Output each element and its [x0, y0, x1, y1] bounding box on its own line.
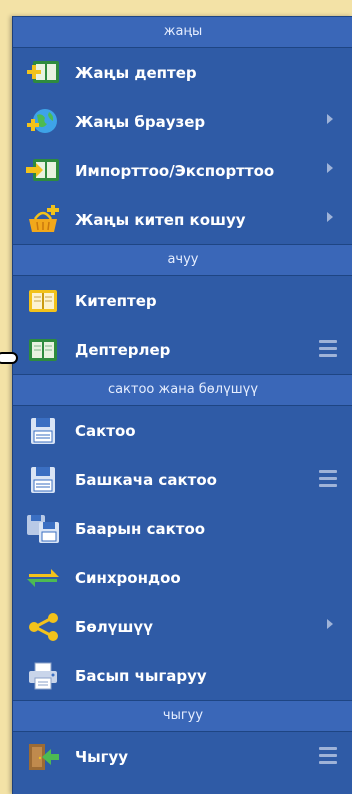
- menu-item-books[interactable]: Китептер: [13, 276, 352, 325]
- submenu-arrow-icon: [327, 619, 333, 629]
- menu-item-label: Жаңы китеп кошуу: [75, 210, 246, 229]
- section-header-open: ачуу: [13, 244, 352, 276]
- save-icon: [31, 417, 55, 444]
- exit-door-icon: [29, 743, 59, 770]
- menu-item-label: Баарын сактоо: [75, 519, 206, 538]
- menu-item-label: Басып чыгаруу: [75, 666, 207, 685]
- notebooks-icon: [29, 338, 57, 361]
- menu-item-save-as[interactable]: Башкача сактоо: [13, 455, 352, 504]
- books-icon: [29, 289, 57, 312]
- menu-item-new-notebook[interactable]: Жаңы дептер: [13, 48, 352, 97]
- hamburger-menu-icon[interactable]: [319, 747, 337, 764]
- menu-item-exit[interactable]: Чыгуу: [13, 732, 352, 781]
- import-export-icon: [26, 158, 59, 181]
- menu-item-label: Жаңы дептер: [75, 63, 197, 82]
- menu-item-save-all[interactable]: Баарын сактоо: [13, 504, 352, 553]
- menu-item-label: Жаңы браузер: [75, 112, 206, 131]
- menu-item-add-book[interactable]: Жаңы китеп кошуу: [13, 195, 352, 244]
- menu-item-label: Дептерлер: [75, 340, 171, 359]
- menu-item-label: Импорттоо/Экспорттоо: [75, 161, 275, 180]
- menu-item-label: Чыгуу: [75, 747, 129, 766]
- submenu-arrow-icon: [327, 163, 333, 173]
- hamburger-menu-icon[interactable]: [319, 340, 337, 357]
- menu-item-notebooks[interactable]: Дептерлер: [13, 325, 352, 374]
- submenu-arrow-icon: [327, 212, 333, 222]
- add-book-basket-icon: [29, 204, 59, 232]
- print-icon: [29, 662, 57, 689]
- save-as-icon: [31, 466, 55, 493]
- mouse-cursor-icon: [0, 352, 18, 364]
- section-header-save-share: сактоо жана бөлүшүү: [13, 374, 352, 406]
- menu-item-label: Башкача сактоо: [75, 470, 217, 489]
- menu-item-share[interactable]: Бөлүшүү: [13, 602, 352, 651]
- menu-item-import-export[interactable]: Импорттоо/Экспорттоо: [13, 146, 352, 195]
- menu-item-sync[interactable]: Синхрондоо: [13, 553, 352, 602]
- submenu-arrow-icon: [327, 114, 333, 124]
- section-header-new: жаңы: [13, 16, 352, 48]
- app-menu: жаңы Жаңы дептер Жаңы браузер Импорттоо/…: [12, 16, 352, 794]
- save-all-icon: [27, 514, 59, 543]
- menu-item-label: Синхрондоо: [75, 568, 181, 587]
- menu-item-new-browser[interactable]: Жаңы браузер: [13, 97, 352, 146]
- menu-item-label: Китептер: [75, 291, 157, 310]
- menu-item-label: Сактоо: [75, 421, 136, 440]
- menu-item-save[interactable]: Сактоо: [13, 406, 352, 455]
- sync-icon: [27, 568, 59, 587]
- new-notebook-icon: [27, 60, 59, 83]
- new-browser-globe-icon: [27, 108, 57, 133]
- section-header-exit: чыгуу: [13, 700, 352, 732]
- hamburger-menu-icon[interactable]: [319, 470, 337, 487]
- menu-item-label: Бөлүшүү: [75, 617, 153, 636]
- menu-item-print[interactable]: Басып чыгаруу: [13, 651, 352, 700]
- share-icon: [29, 612, 58, 641]
